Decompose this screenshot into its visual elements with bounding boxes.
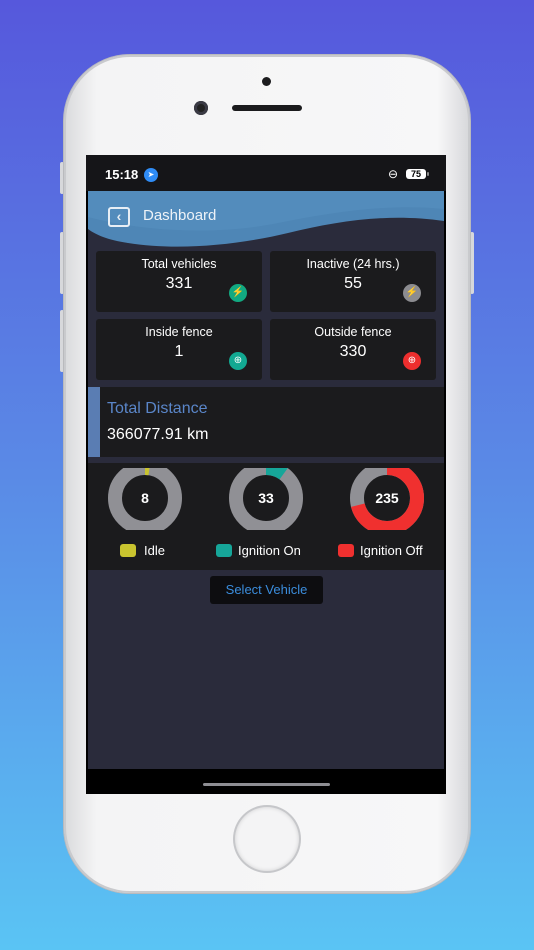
- card-outside-fence[interactable]: Outside fence 330 ⊕: [270, 319, 436, 380]
- ignition-on-donut[interactable]: 33: [229, 461, 303, 535]
- earpiece-speaker: [232, 105, 302, 111]
- distance-title: Total Distance: [107, 400, 208, 417]
- card-label: Outside fence: [314, 325, 392, 339]
- battery-icon: 75: [406, 169, 429, 179]
- dashboard-header: ‹ Dashboard: [88, 191, 444, 251]
- globe-icon: ⊕: [229, 352, 247, 370]
- distance-accent-bar: [88, 387, 100, 457]
- card-total-vehicles[interactable]: Total vehicles 331 ⚡: [96, 251, 262, 312]
- power-button: [470, 232, 474, 294]
- idle-swatch: [120, 544, 136, 557]
- card-inactive[interactable]: Inactive (24 hrs.) 55 ⚡: [270, 251, 436, 312]
- phone-screen: 15:18 ➤ ⊖ 75 ‹ Dashboard Total vehicles …: [86, 155, 446, 794]
- header-wave-background: [88, 191, 444, 247]
- proximity-sensor: [262, 77, 271, 86]
- card-label: Inside fence: [145, 325, 213, 339]
- idle-donut[interactable]: 8: [108, 461, 182, 535]
- donut-value: 235: [375, 490, 399, 506]
- legend-idle: Idle: [144, 543, 165, 558]
- front-camera: [194, 101, 208, 115]
- globe-icon: ⊕: [403, 352, 421, 370]
- status-time: 15:18: [105, 167, 139, 182]
- card-label: Inactive (24 hrs.): [306, 257, 400, 271]
- donut-value: 8: [141, 490, 149, 506]
- card-label: Total vehicles: [141, 257, 217, 271]
- distance-value: 366077.91 km: [107, 426, 209, 443]
- status-bar: 15:18 ➤ ⊖ 75: [86, 155, 446, 191]
- donut-value: 33: [258, 490, 274, 506]
- legend-ignition-on: Ignition On: [238, 543, 301, 558]
- legend-ignition-off: Ignition Off: [360, 543, 423, 558]
- ignition-off-swatch: [338, 544, 354, 557]
- link-icon: ⊖: [388, 167, 399, 181]
- dashboard-app: ‹ Dashboard Total vehicles 331 ⚡ Inactiv…: [88, 191, 444, 769]
- ignition-gauges: 8 33 235 Idle Ignition On Ignition Off: [88, 461, 444, 570]
- page-title: Dashboard: [143, 207, 217, 224]
- ignition-on-swatch: [216, 544, 232, 557]
- home-indicator: [203, 783, 330, 786]
- bolt-icon: ⚡: [403, 284, 421, 302]
- card-inside-fence[interactable]: Inside fence 1 ⊕: [96, 319, 262, 380]
- select-vehicle-button[interactable]: Select Vehicle: [210, 576, 323, 604]
- location-arrow-icon: ➤: [144, 168, 158, 182]
- ignition-off-donut[interactable]: 235: [350, 461, 424, 535]
- total-distance-panel: Total Distance 366077.91 km: [88, 387, 444, 457]
- bolt-icon: ⚡: [229, 284, 247, 302]
- home-button[interactable]: [235, 807, 299, 871]
- back-button[interactable]: ‹: [108, 207, 130, 227]
